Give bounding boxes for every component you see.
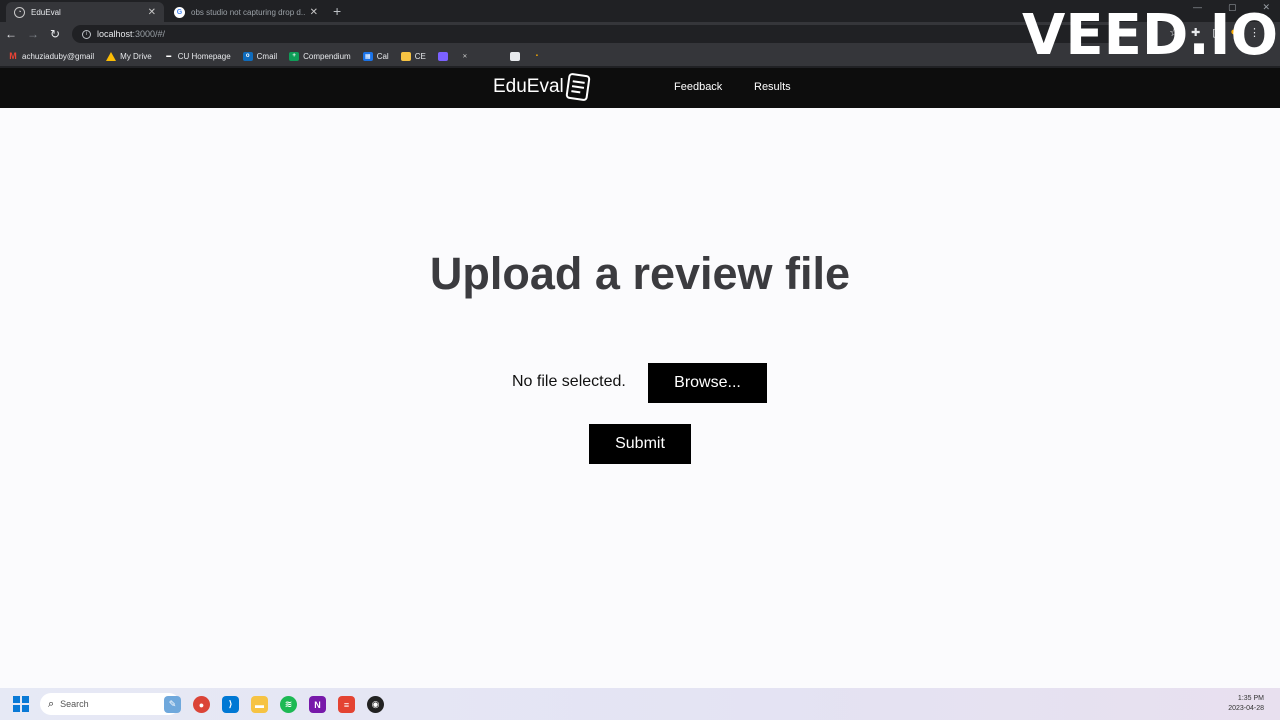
tab-title: obs studio not capturing drop d... (191, 7, 306, 17)
site-info-icon[interactable]: i (82, 29, 91, 39)
bookmark-extra-1[interactable] (437, 51, 448, 61)
obs-icon[interactable]: ◉ (367, 696, 384, 713)
system-clock[interactable]: 1:35 PM 2023-04-28 (1228, 694, 1264, 714)
search-placeholder: Search (60, 699, 89, 709)
edueval-favicon-icon: ◔ (14, 6, 25, 18)
bookmark-drive[interactable]: My Drive (106, 51, 152, 61)
back-arrow-icon[interactable]: ← (0, 27, 22, 41)
os-taskbar: ⌕ Search ✎ ● ⟩ ▬ ≋ N ≡ ◉ 1:35 PM 2023-04… (0, 688, 1280, 720)
url-path: :3000/#/ (132, 29, 166, 39)
nav-feedback-link[interactable]: Feedback (674, 81, 722, 93)
bookmark-label: achuziaduby@gmail (22, 51, 95, 61)
page-title: Upload a review file (429, 248, 851, 299)
bookmark-label: Cmail (256, 51, 278, 61)
outlook-icon: o (242, 51, 253, 61)
calendar-icon: ▦ (362, 51, 373, 61)
bookmark-gmail[interactable]: Machuziaduby@gmail (8, 51, 95, 61)
chrome-icon[interactable]: ● (193, 696, 210, 713)
cu-logo-icon: ▬ (166, 53, 172, 59)
bookmark-label: CU Homepage (177, 51, 231, 61)
x-icon: ✕ (462, 53, 468, 60)
bookmark-cal[interactable]: ▦ Cal (362, 51, 389, 61)
document-icon (509, 51, 520, 61)
notes-icon (400, 51, 411, 61)
url-host: localhost (97, 29, 133, 39)
bookmark-ce[interactable]: CE (400, 51, 426, 61)
bookmark-label: Cal (376, 51, 389, 61)
upload-page: Upload a review file No file selected. B… (0, 108, 1280, 688)
nav-results-link[interactable]: Results (754, 81, 791, 93)
file-status-text: No file selected. (512, 373, 626, 390)
tab-title: EduEval (31, 7, 61, 17)
bookmark-label: Compendium (303, 51, 351, 61)
tab-search[interactable]: G obs studio not capturing drop d... ✕ (166, 2, 326, 22)
search-icon: ⌕ (48, 697, 55, 710)
drive-icon (106, 51, 117, 61)
bookmark-cmail[interactable]: o Cmail (242, 51, 278, 61)
bookmark-extra-2[interactable]: ✕ (460, 52, 470, 61)
clock-time: 1:35 PM (1237, 695, 1264, 702)
gmail-icon: M (9, 51, 17, 61)
address-bar[interactable]: i localhost:3000/#/ (72, 25, 1122, 43)
vscode-icon[interactable]: ⟩ (222, 696, 239, 713)
widgets-icon[interactable]: ✎ (164, 696, 181, 713)
taskbar-search[interactable]: ⌕ Search (40, 693, 180, 715)
tab-close-icon[interactable]: ✕ (310, 7, 318, 18)
submit-button[interactable]: Submit (589, 424, 691, 464)
spotify-icon[interactable]: ≋ (280, 696, 297, 713)
bookmark-extra-3[interactable] (509, 51, 520, 61)
brand-logo[interactable]: EduEval (493, 72, 591, 102)
windows-start-icon[interactable] (13, 696, 29, 712)
google-favicon-icon: G (174, 6, 185, 18)
tab-edueval[interactable]: ◔ EduEval ✕ (6, 2, 164, 22)
bookmark-compendium[interactable]: + Compendium (289, 51, 351, 61)
onenote-icon[interactable]: N (309, 696, 326, 713)
bookmark-extra-4[interactable]: ▪ (532, 52, 542, 61)
tab-close-icon[interactable]: ✕ (148, 7, 156, 18)
file-explorer-icon[interactable]: ▬ (251, 696, 268, 713)
bookmark-cu-homepage[interactable]: ▬ CU Homepage (164, 51, 231, 61)
forward-arrow-icon[interactable]: → (22, 27, 44, 41)
app-icon (437, 51, 448, 61)
clock-date: 2023-04-28 (1228, 705, 1264, 712)
sheets-icon: + (289, 51, 300, 61)
browse-button[interactable]: Browse... (648, 363, 767, 403)
checklist-icon (565, 72, 591, 102)
todoist-icon[interactable]: ≡ (338, 696, 355, 713)
extension-icon: ▪ (535, 53, 538, 59)
brand-name: EduEval (493, 76, 564, 97)
reload-icon[interactable]: ↻ (44, 27, 66, 41)
new-tab-icon[interactable]: + (333, 3, 341, 19)
bookmark-label: CE (414, 51, 426, 61)
bookmark-label: My Drive (120, 51, 152, 61)
veed-watermark: VEED.IO (1022, 3, 1279, 68)
app-navbar: EduEval Feedback Results (0, 68, 1280, 108)
